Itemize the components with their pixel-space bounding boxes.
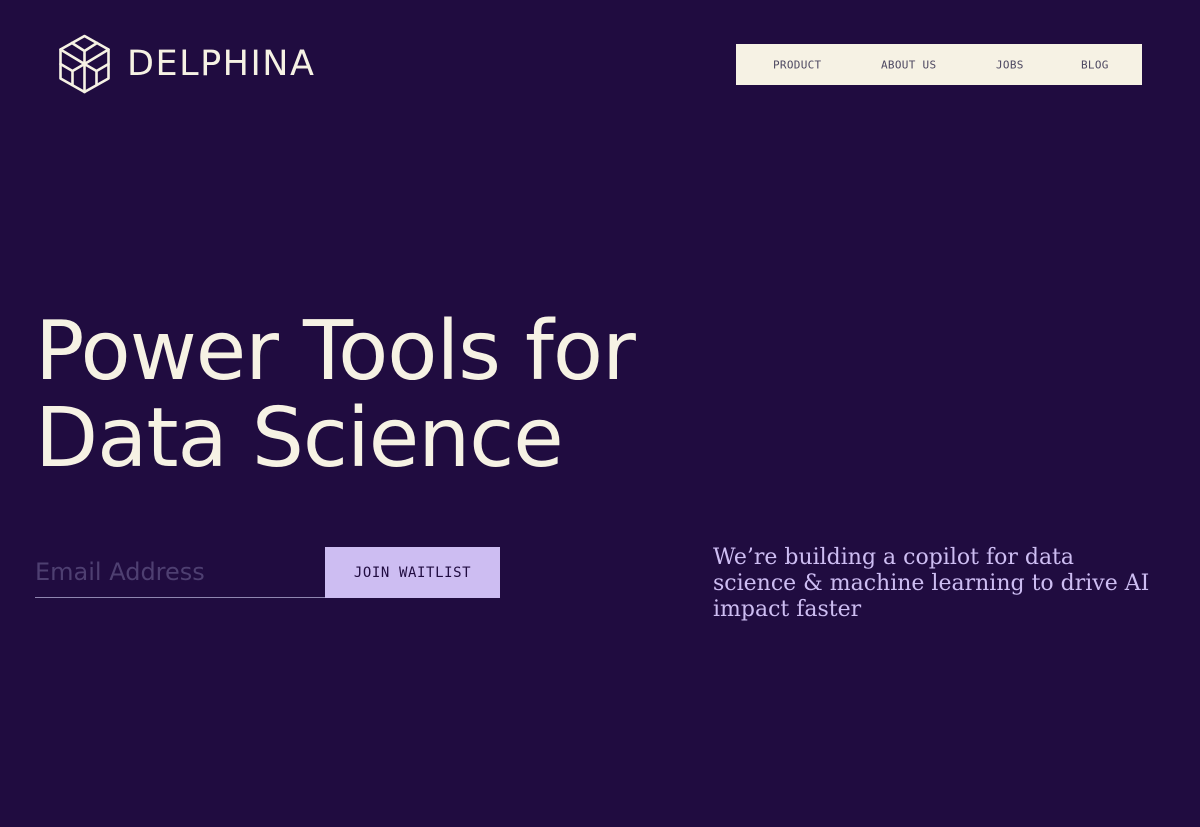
hero-tagline: We’re building a copilot for data scienc…	[713, 545, 1150, 622]
hero-headline-line-1: Power Tools for	[35, 304, 636, 399]
nav-item-blog[interactable]: BLOG	[1081, 58, 1109, 71]
brand-name: DELPHINA	[127, 43, 316, 84]
hexagon-cube-logo-icon	[59, 34, 110, 94]
email-input[interactable]	[35, 547, 325, 598]
join-waitlist-button[interactable]: JOIN WAITLIST	[325, 547, 500, 598]
waitlist-form: JOIN WAITLIST	[35, 547, 500, 598]
brand-logo[interactable]: DELPHINA	[58, 34, 315, 94]
nav-item-product[interactable]: PRODUCT	[773, 58, 821, 71]
hero-headline: Power Tools for Data Science	[35, 308, 795, 482]
nav-item-about-us[interactable]: ABOUT US	[881, 58, 936, 71]
hero-headline-line-2: Data Science	[35, 391, 564, 486]
nav-item-jobs[interactable]: JOBS	[996, 58, 1024, 71]
top-nav: PRODUCT ABOUT US JOBS BLOG	[736, 44, 1142, 85]
